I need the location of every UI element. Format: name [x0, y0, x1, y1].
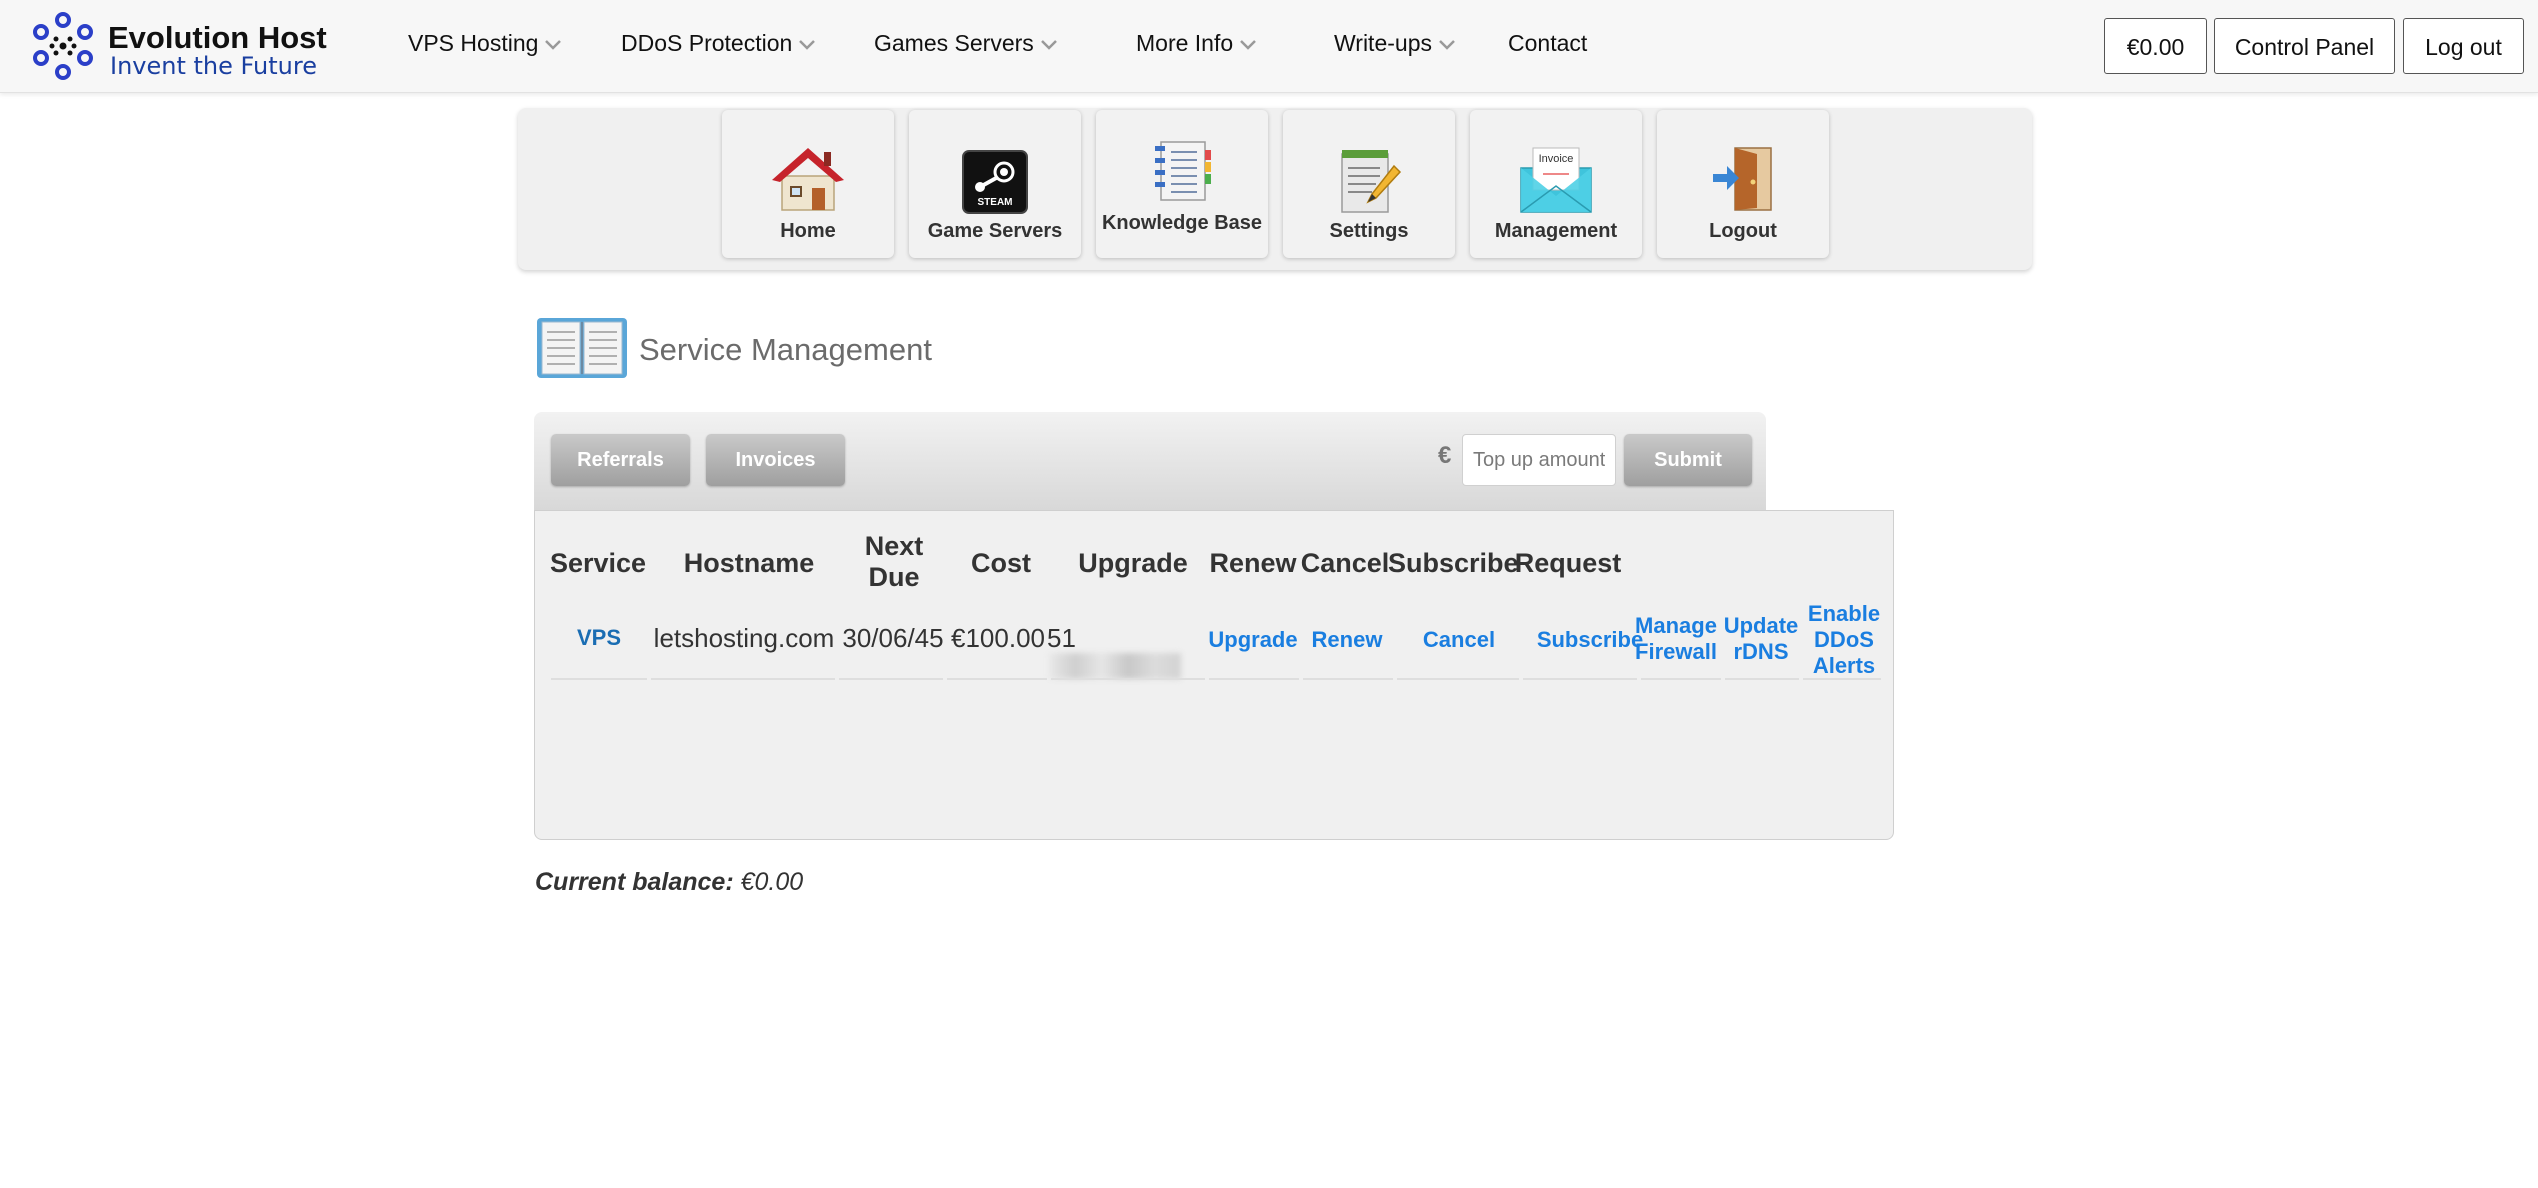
- nav-label: VPS Hosting: [408, 30, 539, 56]
- menu-tile-label: Settings: [1329, 220, 1409, 242]
- svg-text:Invoice: Invoice: [1539, 153, 1574, 165]
- row-divider: [1641, 678, 1721, 680]
- control-panel-button[interactable]: Control Panel: [2214, 18, 2395, 74]
- row-divider: [551, 678, 647, 680]
- chevron-down-icon: [1040, 40, 1057, 50]
- row-divider: [1209, 678, 1299, 680]
- nav-label: Write-ups: [1334, 30, 1432, 56]
- service-toolbar: Referrals Invoices € Submit: [534, 412, 1766, 510]
- row-divider: [1397, 678, 1519, 680]
- menu-tile-label: Home: [780, 220, 836, 242]
- row-divider: [1725, 678, 1799, 680]
- update-rdns-link[interactable]: Update rDNS: [1721, 613, 1801, 665]
- nav-write-ups[interactable]: Write-ups: [1334, 30, 1456, 57]
- row-divider: [1523, 678, 1637, 680]
- current-balance-value: €0.00: [740, 868, 804, 896]
- invoice-envelope-icon: Invoice: [1520, 147, 1592, 213]
- currency-symbol: €: [1438, 442, 1452, 469]
- menu-tile-label: Logout: [1709, 220, 1777, 242]
- chevron-down-icon: [1240, 40, 1257, 50]
- top-up-amount-input[interactable]: [1462, 434, 1616, 486]
- row-divider: [1303, 678, 1393, 680]
- current-balance: Current balance: €0.00: [535, 868, 803, 897]
- column-header-hostname: Hostname: [683, 548, 815, 578]
- logo-rings-icon: [33, 12, 93, 80]
- door-exit-icon: [1713, 147, 1772, 211]
- site-logo[interactable]: Evolution Host Invent the Future: [30, 12, 330, 82]
- current-balance-label: Current balance:: [535, 868, 734, 896]
- services-table: Service Hostname Next Due Cost Upgrade R…: [534, 510, 1894, 840]
- menu-tile-label: Game Servers: [927, 220, 1063, 242]
- row-divider: [1803, 678, 1881, 680]
- nav-label: More Info: [1136, 30, 1234, 56]
- nav-games-servers[interactable]: Games Servers: [874, 30, 1058, 57]
- row-divider: [947, 678, 1047, 680]
- row-divider: [651, 678, 835, 680]
- ip-address-redacted: [1049, 653, 1181, 680]
- chevron-down-icon: [545, 40, 562, 50]
- notebook-icon: [1155, 141, 1211, 201]
- menu-tile-game-servers[interactable]: STEAM Game Servers: [909, 110, 1081, 258]
- log-out-button[interactable]: Log out: [2403, 18, 2524, 74]
- brand-tagline: Invent the Future: [110, 52, 317, 80]
- column-header-cancel: Cancel: [1300, 548, 1390, 578]
- renew-link[interactable]: Renew: [1299, 627, 1395, 653]
- row-divider: [1051, 678, 1205, 680]
- nav-label: Games Servers: [874, 30, 1034, 56]
- column-header-request: Request: [1514, 548, 1622, 578]
- column-header-upgrade: Upgrade: [1078, 548, 1188, 578]
- menu-tile-settings[interactable]: Settings: [1283, 110, 1455, 258]
- menu-tile-management[interactable]: Invoice Management: [1470, 110, 1642, 258]
- chevron-down-icon: [799, 40, 816, 50]
- manage-firewall-link[interactable]: Manage Firewall: [1633, 613, 1719, 665]
- top-navigation-bar: Evolution Host Invent the Future VPS Hos…: [0, 0, 2538, 93]
- column-header-renew: Renew: [1209, 548, 1297, 578]
- nav-label: DDoS Protection: [621, 30, 793, 56]
- service-type-link[interactable]: VPS: [547, 625, 651, 651]
- nav-label: Contact: [1508, 30, 1588, 56]
- submit-button[interactable]: Submit: [1624, 434, 1752, 486]
- hostname-cell: letshosting.com: [653, 623, 835, 653]
- menu-tile-label: Management: [1494, 220, 1618, 242]
- row-divider: [839, 678, 943, 680]
- icon-menu-bar: Home STEAM Game Servers Knowledge Base S…: [518, 108, 2032, 270]
- notepad-pencil-icon: [1341, 150, 1402, 213]
- upgrade-link[interactable]: Upgrade: [1205, 627, 1301, 653]
- svg-text:STEAM: STEAM: [978, 197, 1013, 208]
- invoices-button[interactable]: Invoices: [706, 434, 845, 486]
- ip-address-visible-part: 51: [1047, 623, 1076, 653]
- balance-button[interactable]: €0.00: [2104, 18, 2207, 74]
- page-title: Service Management: [639, 332, 932, 367]
- column-header-cost: Cost: [971, 548, 1031, 578]
- nav-vps-hosting[interactable]: VPS Hosting: [408, 30, 562, 57]
- nav-more-info[interactable]: More Info: [1136, 30, 1257, 57]
- menu-tile-label: Knowledge Base: [1101, 212, 1263, 234]
- referrals-button[interactable]: Referrals: [551, 434, 690, 486]
- next-due-cell: 30/06/45: [842, 623, 944, 653]
- column-header-subscribe: Subscribe: [1388, 548, 1519, 578]
- enable-ddos-alerts-link[interactable]: Enable DDoS Alerts: [1801, 601, 1887, 679]
- menu-tile-logout[interactable]: Logout: [1657, 110, 1829, 258]
- cancel-link[interactable]: Cancel: [1395, 627, 1523, 653]
- cost-cell: €100.00: [951, 623, 1045, 653]
- brand-name: Evolution Host: [108, 20, 327, 55]
- nav-contact[interactable]: Contact: [1508, 30, 1587, 57]
- menu-tile-knowledge-base[interactable]: Knowledge Base: [1096, 110, 1268, 258]
- chevron-down-icon: [1439, 40, 1455, 50]
- steam-icon: STEAM: [962, 150, 1028, 214]
- open-book-icon: [537, 318, 627, 378]
- nav-ddos-protection[interactable]: DDoS Protection: [621, 30, 816, 57]
- column-header-service: Service: [549, 548, 647, 578]
- house-icon: [772, 148, 844, 211]
- next-due-header-text: Next Due: [864, 531, 924, 592]
- ip-address-cell: 51: [1047, 623, 1207, 680]
- menu-tile-home[interactable]: Home: [722, 110, 894, 258]
- column-header-next-due: Next Due: [841, 531, 947, 593]
